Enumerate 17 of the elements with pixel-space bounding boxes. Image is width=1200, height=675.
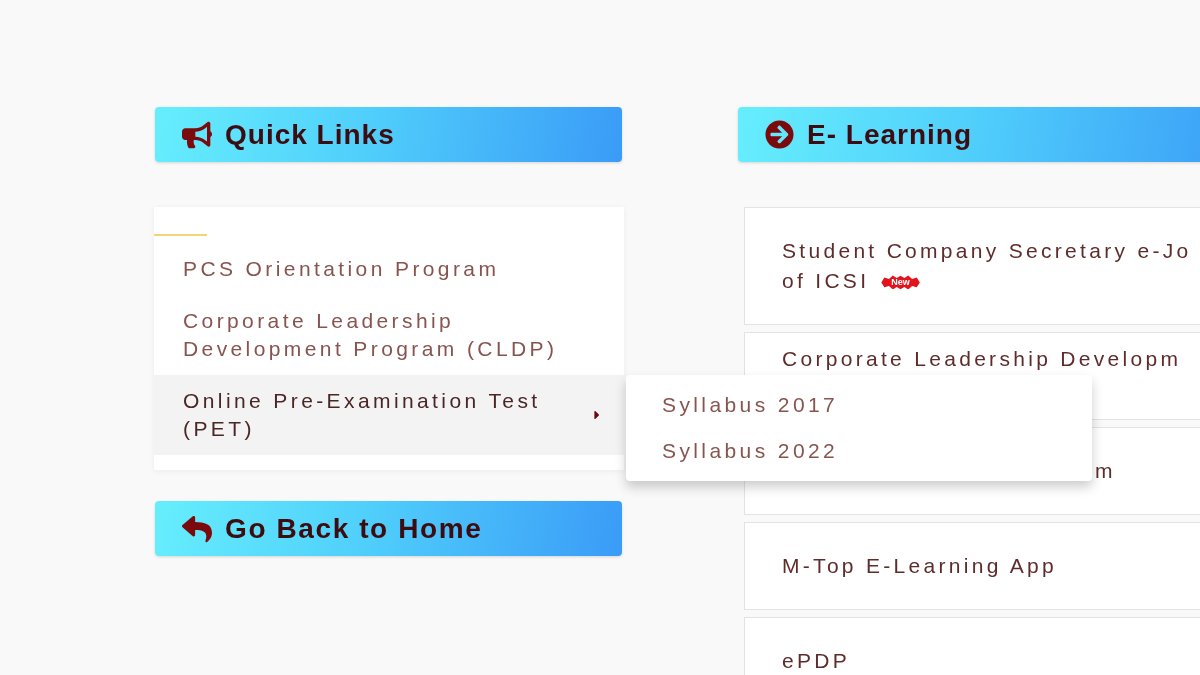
new-badge: New bbox=[881, 275, 920, 290]
section-title: E- Learning bbox=[807, 118, 972, 151]
home-button[interactable]: Go Back to Home bbox=[155, 501, 622, 556]
card-link[interactable]: ePDP bbox=[782, 646, 851, 675]
card-link[interactable]: m bbox=[1095, 456, 1116, 486]
menu-item[interactable]: PCS Orientation Program bbox=[154, 243, 624, 295]
menu-item[interactable]: Online Pre-Examination Test (PET) bbox=[154, 375, 624, 455]
megaphone-icon bbox=[182, 119, 212, 150]
card-link[interactable]: Student Company Secretary e-Jo of ICSI New bbox=[782, 236, 1192, 296]
menu-item[interactable]: Corporate Leadership Development Program (CLDP) bbox=[154, 295, 624, 375]
accent-line bbox=[154, 234, 207, 236]
card-link[interactable]: Corporate Leadership Developm bbox=[782, 344, 1182, 374]
card-link[interactable]: M-Top E-Learning App bbox=[782, 551, 1057, 581]
submenu-item[interactable]: Syllabus 2022 bbox=[626, 428, 1092, 474]
submenu-item[interactable]: Syllabus 2017 bbox=[626, 382, 1092, 428]
section-title: Quick Links bbox=[225, 118, 395, 151]
reply-arrow-icon bbox=[182, 513, 212, 544]
